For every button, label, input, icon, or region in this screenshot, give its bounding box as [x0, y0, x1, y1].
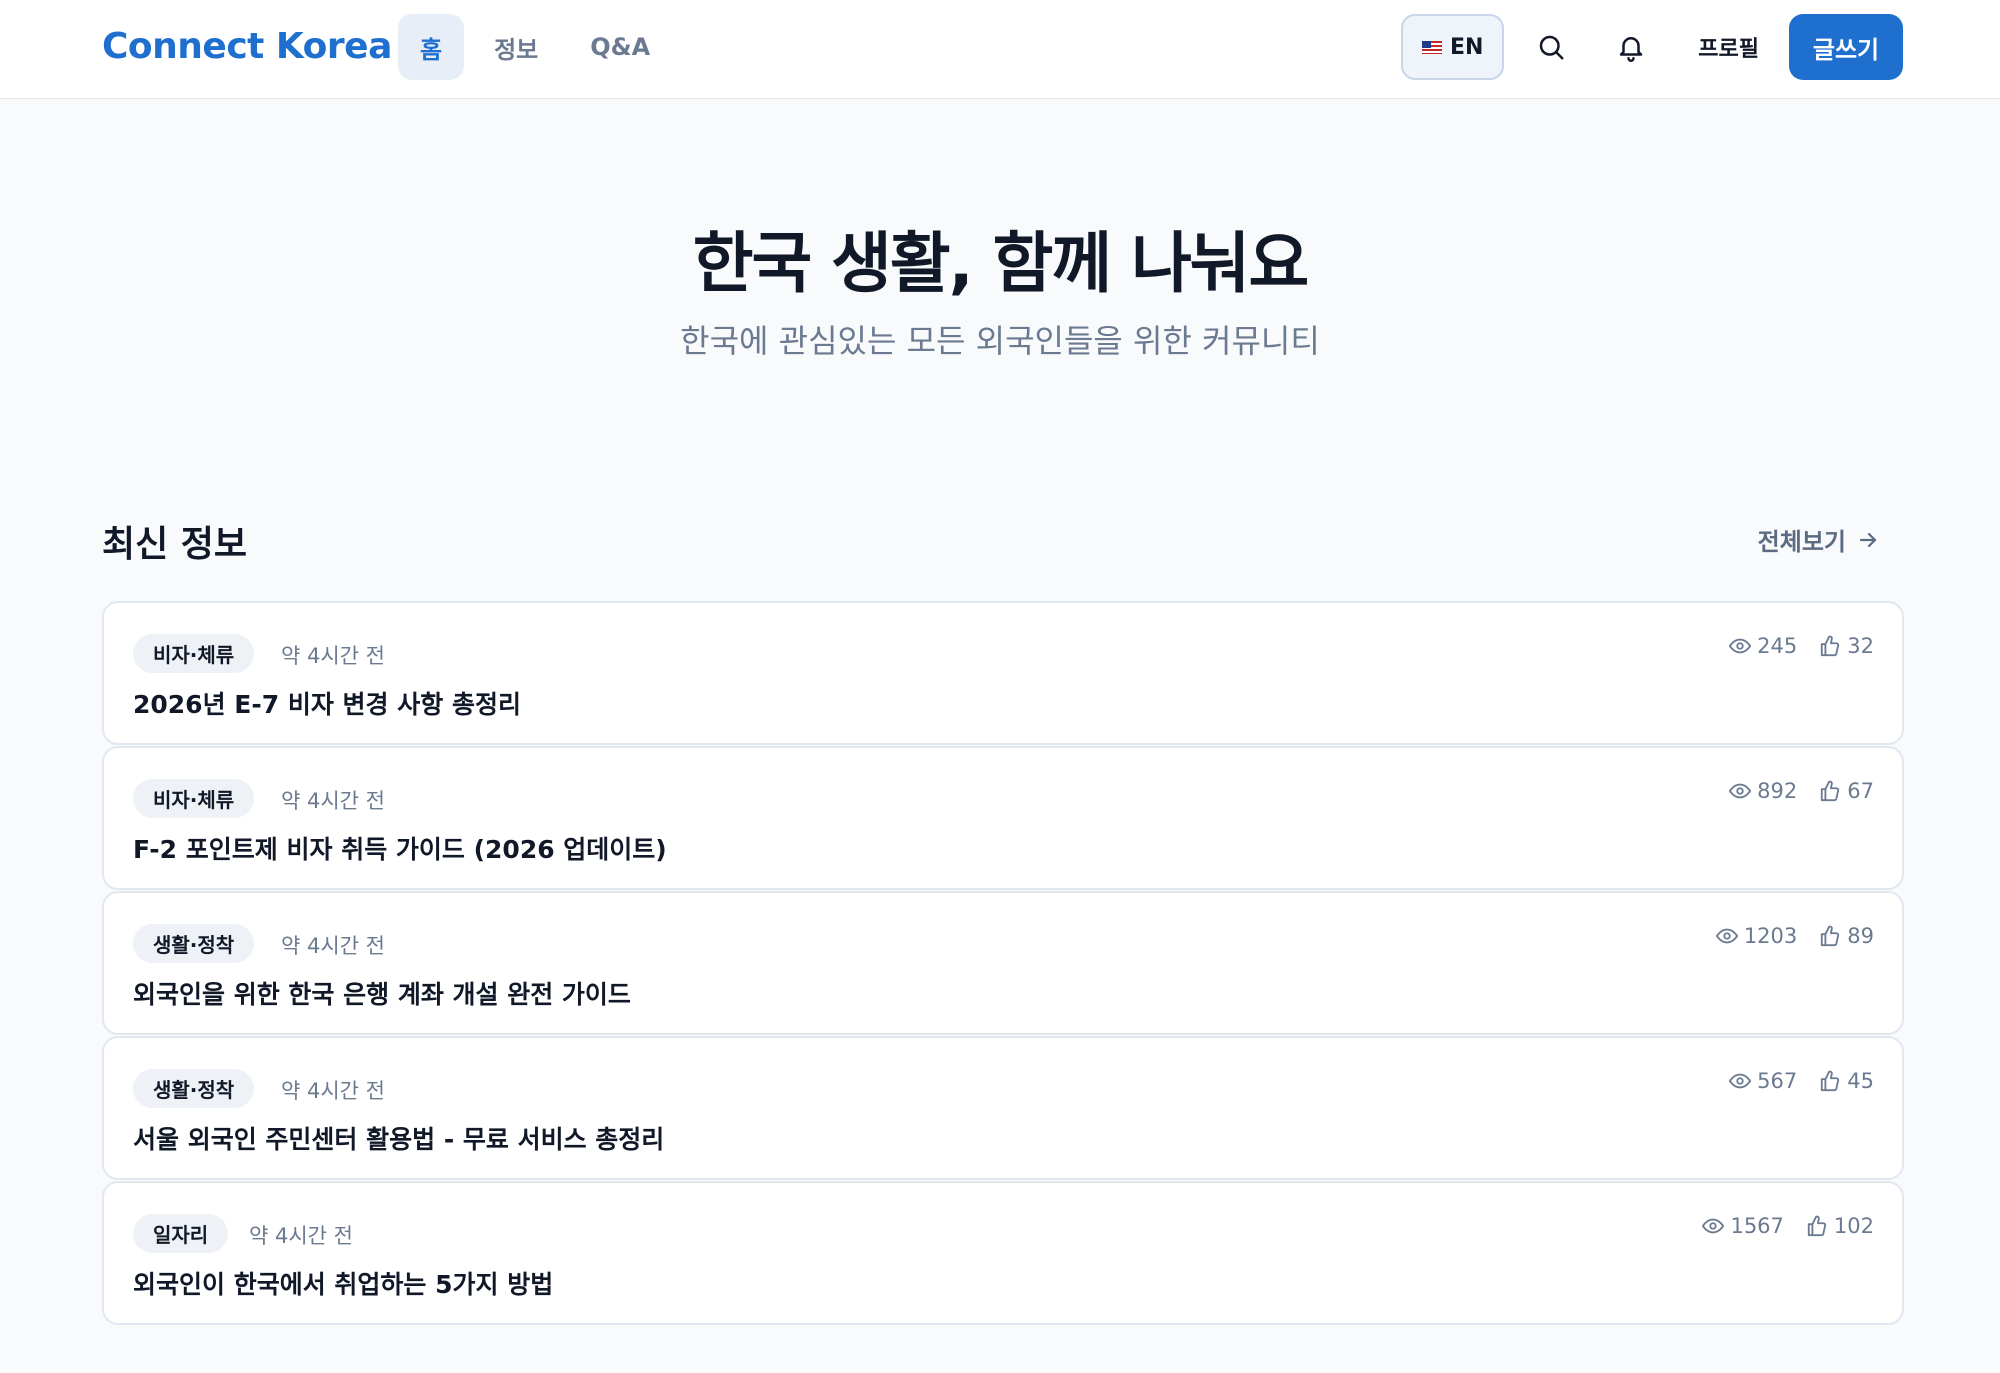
view-count: 1203	[1715, 924, 1798, 948]
view-all-link[interactable]: 전체보기	[1758, 522, 1880, 557]
view-count: 567	[1729, 1069, 1797, 1093]
eye-icon	[1729, 638, 1752, 654]
category-badge: 비자·체류	[133, 779, 255, 818]
thumbs-up-icon	[1821, 925, 1840, 947]
post-card[interactable]: 생활·정착 약 4시간 전 외국인을 위한 한국 은행 계좌 개설 완전 가이드…	[102, 891, 1904, 1035]
category-badge: 생활·정착	[133, 1069, 255, 1108]
post-card[interactable]: 비자·체류 약 4시간 전 2026년 E-7 비자 변경 사항 총정리 245…	[102, 601, 1904, 745]
thumbs-up-icon	[1821, 1070, 1840, 1092]
view-all-label: 전체보기	[1757, 528, 1846, 556]
post-time: 약 4시간 전	[249, 1224, 353, 1248]
view-count: 245	[1729, 634, 1797, 658]
post-title: F-2 포인트제 비자 취득 가이드 (2026 업데이트)	[133, 835, 667, 864]
post-list: 비자·체류 약 4시간 전 2026년 E-7 비자 변경 사항 총정리 245…	[102, 601, 1904, 1326]
like-count-value: 89	[1847, 924, 1874, 948]
language-toggle-button[interactable]: EN	[1401, 14, 1505, 80]
top-navigation-bar: Connect Korea 홈 정보 Q&A EN 프로필 글쓰기	[0, 0, 2000, 99]
nav-home[interactable]: 홈	[398, 14, 465, 80]
post-stats: 567 45	[1729, 1069, 1874, 1093]
post-card[interactable]: 일자리 약 4시간 전 외국인이 한국에서 취업하는 5가지 방법 1567 1…	[102, 1181, 1904, 1325]
view-count-value: 1567	[1730, 1214, 1784, 1238]
bell-icon	[1620, 37, 1643, 62]
header-actions: EN 프로필 글쓰기	[1401, 14, 1903, 80]
post-time: 약 4시간 전	[281, 934, 385, 958]
view-count: 1567	[1702, 1214, 1784, 1238]
view-count-value: 567	[1757, 1069, 1798, 1093]
post-time: 약 4시간 전	[281, 644, 385, 668]
us-flag-icon	[1422, 40, 1443, 54]
like-count-value: 32	[1847, 634, 1874, 658]
category-badge: 비자·체류	[133, 634, 255, 673]
search-icon	[1540, 35, 1564, 60]
thumbs-up-icon	[1821, 780, 1840, 802]
post-stats: 892 67	[1729, 779, 1874, 803]
category-badge: 일자리	[133, 1214, 229, 1253]
post-time: 약 4시간 전	[281, 789, 385, 813]
like-count: 45	[1819, 1069, 1874, 1093]
like-count-value: 45	[1847, 1069, 1874, 1093]
eye-icon	[1729, 1073, 1752, 1089]
view-count: 892	[1729, 779, 1797, 803]
main-nav: 홈 정보 Q&A	[398, 14, 680, 80]
like-count-value: 102	[1833, 1214, 1874, 1238]
like-count: 89	[1819, 924, 1874, 948]
thumbs-up-icon	[1807, 1215, 1827, 1237]
eye-icon	[1702, 1218, 1725, 1234]
post-stats: 1567 102	[1702, 1214, 1874, 1238]
view-count-value: 892	[1757, 779, 1798, 803]
post-title: 서울 외국인 주민센터 활용법 - 무료 서비스 총정리	[133, 1125, 665, 1154]
post-title: 외국인이 한국에서 취업하는 5가지 방법	[133, 1270, 554, 1299]
post-stats: 245 32	[1729, 634, 1874, 658]
thumbs-up-icon	[1821, 635, 1840, 657]
eye-icon	[1715, 928, 1738, 944]
eye-icon	[1729, 783, 1752, 799]
post-title: 외국인을 위한 한국 은행 계좌 개설 완전 가이드	[133, 980, 631, 1009]
nav-info[interactable]: 정보	[472, 14, 560, 80]
hero-title: 한국 생활, 함께 나눠요	[692, 225, 1310, 302]
like-count-value: 67	[1847, 779, 1874, 803]
like-count: 67	[1819, 779, 1874, 803]
like-count: 102	[1806, 1214, 1874, 1238]
nav-qa[interactable]: Q&A	[568, 14, 672, 80]
profile-link[interactable]: 프로필	[1698, 31, 1759, 63]
language-label: EN	[1450, 34, 1484, 60]
view-count-value: 245	[1757, 634, 1798, 658]
section-title: 최신 정보	[102, 524, 248, 565]
site-logo[interactable]: Connect Korea	[102, 26, 392, 67]
search-button[interactable]	[1518, 14, 1584, 80]
category-badge: 생활·정착	[133, 924, 255, 963]
post-card[interactable]: 생활·정착 약 4시간 전 서울 외국인 주민센터 활용법 - 무료 서비스 총…	[102, 1036, 1904, 1180]
post-card[interactable]: 비자·체류 약 4시간 전 F-2 포인트제 비자 취득 가이드 (2026 업…	[102, 746, 1904, 890]
post-title: 2026년 E-7 비자 변경 사항 총정리	[133, 690, 521, 719]
view-count-value: 1203	[1743, 924, 1798, 948]
like-count: 32	[1819, 634, 1874, 658]
write-post-button[interactable]: 글쓰기	[1789, 14, 1903, 80]
post-time: 약 4시간 전	[281, 1079, 385, 1103]
notification-button[interactable]	[1598, 14, 1664, 80]
arrow-right-icon	[1859, 532, 1877, 547]
hero-subtitle: 한국에 관심있는 모든 외국인들을 위한 커뮤니티	[680, 322, 1320, 360]
post-stats: 1203 89	[1715, 924, 1874, 948]
